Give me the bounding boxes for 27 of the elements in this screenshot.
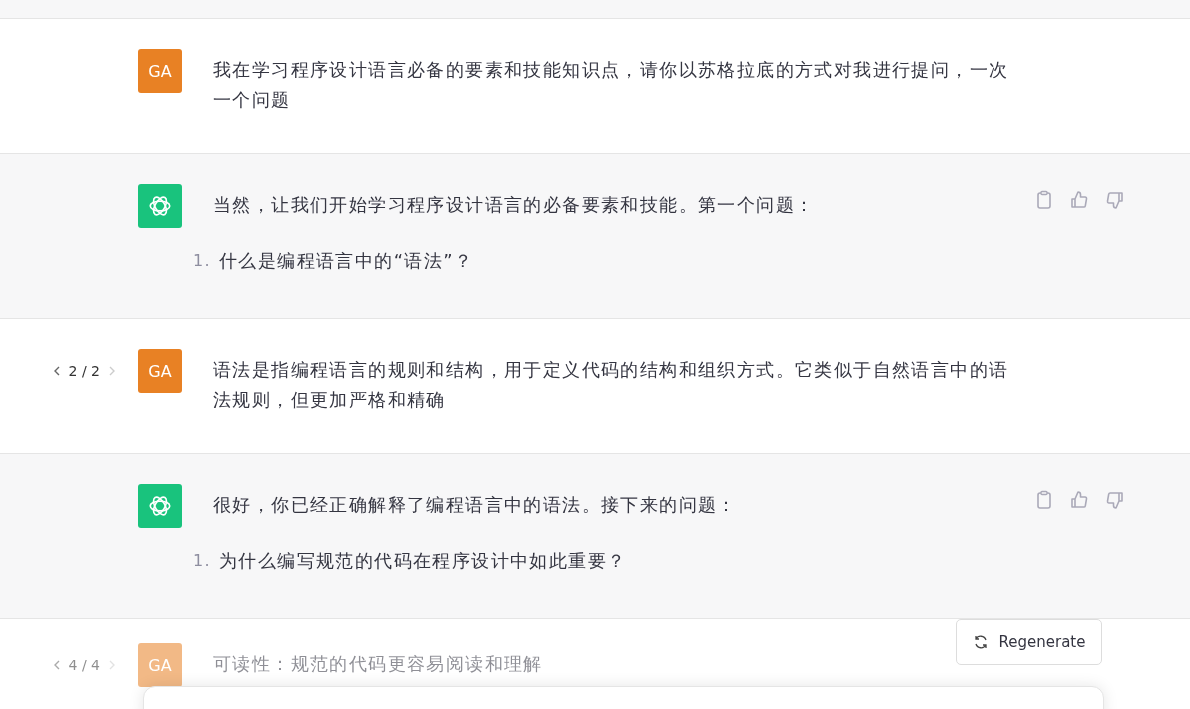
chevron-right-icon[interactable] <box>108 366 116 376</box>
refresh-icon <box>972 634 989 650</box>
list-number: 1. <box>193 250 212 272</box>
thumbs-down-icon[interactable] <box>1105 490 1125 510</box>
assistant-avatar-icon <box>138 184 182 228</box>
page-counter: 4 / 4 <box>68 657 100 673</box>
message-text: 我在学习程序设计语言必备的要素和技能知识点，请你以苏格拉底的方式对我进行提问，一次一个问题 <box>213 58 1010 112</box>
thumbs-up-icon[interactable] <box>1069 190 1089 210</box>
assistant-avatar-icon <box>138 484 182 528</box>
clipboard-icon[interactable] <box>1035 490 1053 510</box>
list-item-text: 为什么编写规范的代码在程序设计中如此重要？ <box>219 549 627 573</box>
chevron-right-icon[interactable] <box>108 660 116 670</box>
page-counter: 2 / 2 <box>68 363 100 379</box>
user-avatar: GA <box>138 643 182 687</box>
thumbs-down-icon[interactable] <box>1105 190 1125 210</box>
thumbs-up-icon[interactable] <box>1069 490 1089 510</box>
chevron-left-icon[interactable] <box>52 366 61 376</box>
message-text: 语法是指编程语言的规则和结构，用于定义代码的结构和组织方式。它类似于自然语言中的语法规则，但更加严格和精确 <box>213 358 1010 412</box>
message-text: 当然，让我们开始学习程序设计语言的必备要素和技能。第一个问题： <box>213 193 816 217</box>
list-number: 1. <box>193 550 212 572</box>
clipboard-icon[interactable] <box>1035 190 1053 210</box>
regenerate-button[interactable]: Regenerate <box>956 619 1102 665</box>
message-text: 很好，你已经正确解释了编程语言中的语法。接下来的问题： <box>213 493 738 517</box>
user-avatar: GA <box>138 349 182 393</box>
user-avatar: GA <box>138 49 182 93</box>
list-item-text: 什么是编程语言中的“语法”？ <box>219 249 474 273</box>
message-text: 可读性：规范的代码更容易阅读和理解 <box>213 652 544 676</box>
